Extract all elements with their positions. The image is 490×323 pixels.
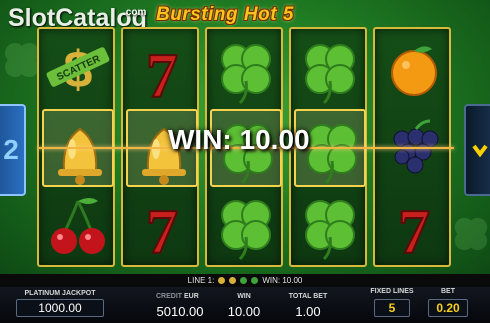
bottom-panel: PLATINUM JACKPOT 1000.00 CREDIT EUR 5010… [0, 287, 490, 323]
clover-mini-icon [251, 277, 259, 284]
right-line-indicator[interactable] [464, 104, 490, 196]
bet-label: BET [441, 288, 455, 295]
svg-text:7: 7 [146, 196, 178, 265]
credit-label-group: CREDIT EUR [156, 293, 204, 300]
jackpot-value: 1000.00 [16, 299, 104, 317]
fixed-lines-value[interactable]: 5 [374, 299, 410, 317]
seven-icon: 7 [126, 31, 198, 109]
clover-mini-icon [240, 277, 248, 284]
background-clover-icon [5, 43, 39, 77]
game-stage: SlotCatalog .com Bursting Hot 5 $SCATTER… [0, 0, 490, 275]
scatter-icon: $SCATTER [42, 31, 114, 109]
arrow-down-icon [472, 144, 488, 158]
fixed-lines-label: FIXED LINES [370, 288, 414, 295]
seven-icon: 7 [378, 187, 450, 265]
total-bet-value: 1.00 [295, 304, 321, 319]
win-value: 10.00 [227, 304, 261, 319]
svg-text:7: 7 [398, 196, 430, 265]
line-info-bar: LINE 1: WIN: 10.00 [0, 274, 490, 287]
svg-text:7: 7 [146, 40, 178, 109]
logo-suffix: .com [123, 7, 147, 18]
line-info-prefix: LINE 1: [187, 276, 215, 285]
clover-icon [294, 31, 366, 109]
line-info-win: WIN: 10.00 [262, 276, 303, 285]
bet-value[interactable]: 0.20 [428, 299, 468, 317]
left-line-number: 2 [3, 134, 19, 165]
bell-mini-icon [218, 277, 226, 284]
jackpot-label: PLATINUM JACKPOT [24, 290, 96, 297]
win-overlay: WIN: 10.00 [168, 124, 310, 155]
win-label: WIN [237, 293, 251, 300]
total-bet-label: TOTAL BET [288, 293, 328, 300]
currency-label: EUR [184, 293, 199, 300]
orange-icon [378, 31, 450, 109]
seven-icon: 7 [126, 187, 198, 265]
left-line-indicator[interactable]: 2 [0, 104, 26, 196]
clover-icon [294, 187, 366, 265]
credit-label: CREDIT [156, 293, 183, 300]
game-title: Bursting Hot 5 [156, 4, 294, 25]
bell-mini-icon [229, 277, 237, 284]
cherry-icon [42, 187, 114, 265]
clover-icon [210, 187, 282, 265]
background-clover-icon [454, 217, 488, 251]
credit-value: 5010.00 [156, 304, 204, 319]
clover-icon [210, 31, 282, 109]
